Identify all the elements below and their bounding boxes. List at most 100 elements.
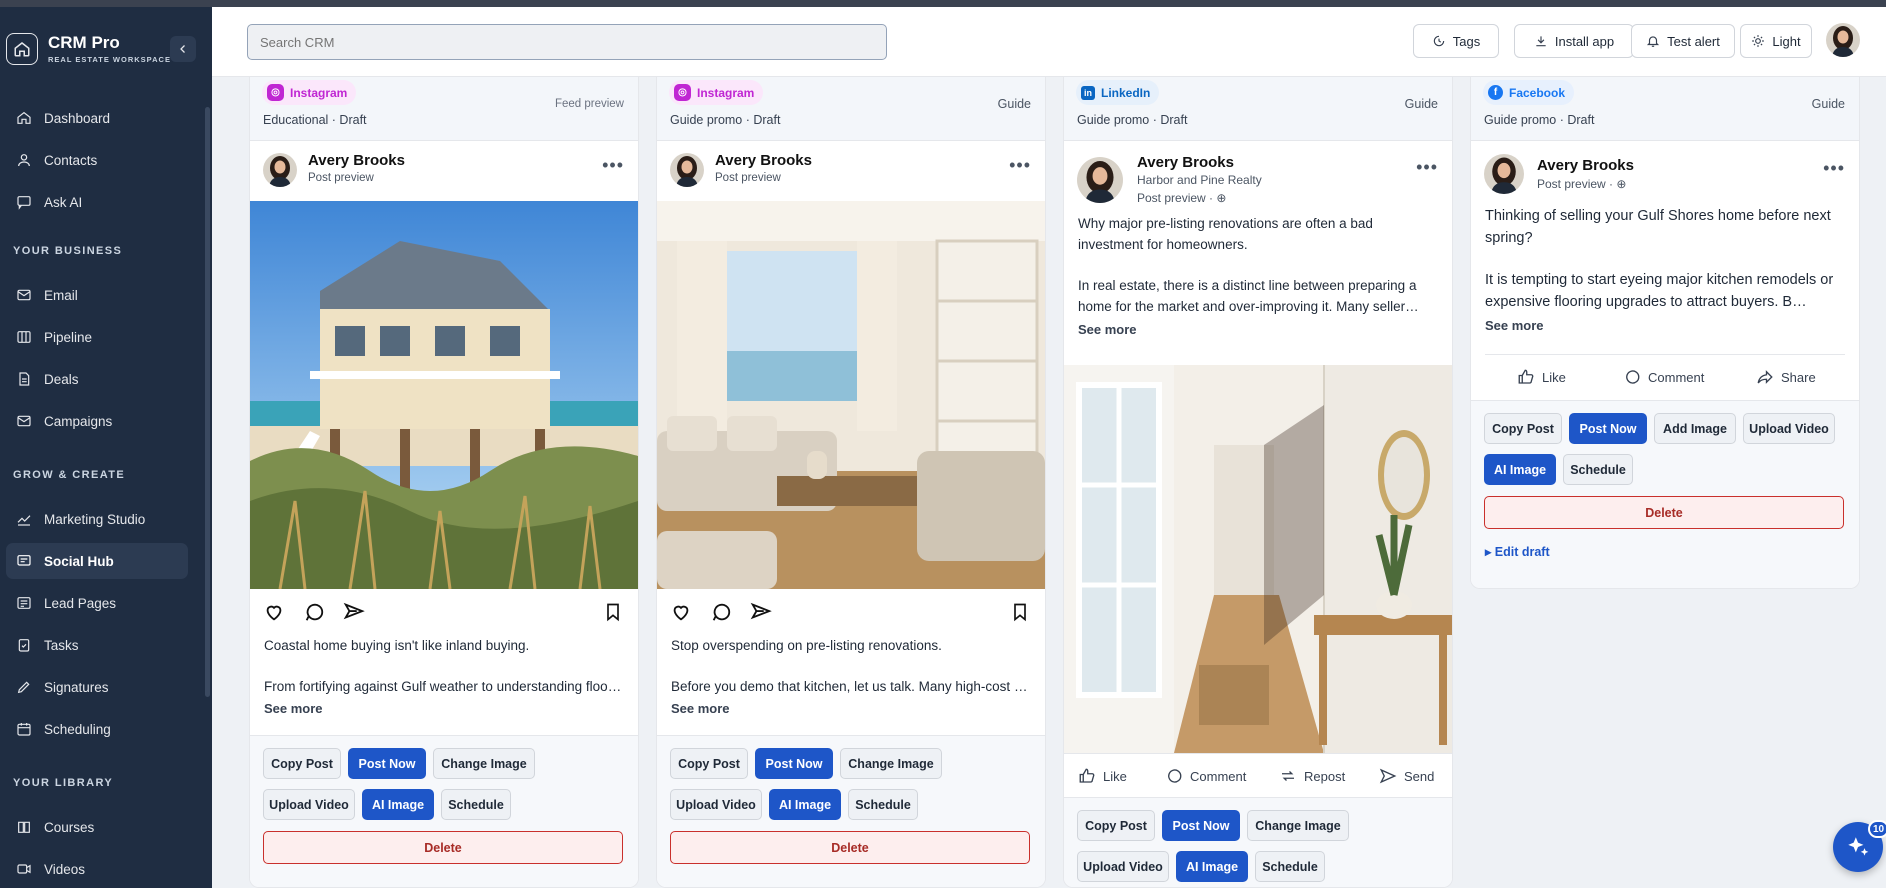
post-now-button[interactable]: Post Now bbox=[1162, 810, 1240, 841]
upload-video-button[interactable]: Upload Video bbox=[1077, 851, 1169, 882]
bookmark-icon[interactable] bbox=[1010, 601, 1030, 623]
sidebar-item-marketing-studio[interactable]: Marketing Studio bbox=[6, 501, 188, 537]
comment-icon[interactable] bbox=[303, 601, 325, 623]
sidebar-item-pipeline[interactable]: Pipeline bbox=[6, 319, 188, 355]
author-name: Avery Brooks bbox=[1137, 154, 1234, 171]
author-avatar bbox=[670, 153, 704, 187]
schedule-button[interactable]: Schedule bbox=[1255, 851, 1325, 882]
copy-post-button[interactable]: Copy Post bbox=[1077, 810, 1155, 841]
post-image-living-room bbox=[657, 201, 1045, 589]
like-button[interactable]: Like bbox=[1517, 368, 1566, 386]
body-paragraph-1: Thinking of selling your Gulf Shores hom… bbox=[1485, 208, 1831, 246]
repost-button[interactable]: Repost bbox=[1279, 767, 1345, 785]
sidebar-item-videos[interactable]: Videos bbox=[6, 851, 188, 887]
see-more-link[interactable]: See more bbox=[264, 698, 624, 719]
brand[interactable]: CRM Pro REAL ESTATE WORKSPACE bbox=[6, 33, 171, 65]
theme-toggle-button[interactable]: Light bbox=[1740, 24, 1812, 58]
post-image-hallway bbox=[1064, 365, 1452, 753]
see-more-link[interactable]: See more bbox=[671, 698, 1031, 719]
ai-image-button[interactable]: AI Image bbox=[1484, 454, 1556, 485]
comment-button[interactable]: Comment bbox=[1623, 368, 1704, 386]
card-header: ◎ Instagram Guide promo · Draft Guide bbox=[657, 77, 1045, 141]
upload-video-button[interactable]: Upload Video bbox=[670, 789, 762, 820]
test-alert-button[interactable]: Test alert bbox=[1631, 24, 1735, 58]
see-more-link[interactable]: See more bbox=[1078, 319, 1438, 340]
brand-name: CRM Pro bbox=[48, 33, 120, 52]
delete-button[interactable]: Delete bbox=[670, 831, 1030, 864]
delete-button[interactable]: Delete bbox=[1484, 496, 1844, 529]
copy-post-button[interactable]: Copy Post bbox=[263, 748, 341, 779]
sidebar-item-tasks[interactable]: Tasks bbox=[6, 627, 188, 663]
tags-button[interactable]: Tags bbox=[1413, 24, 1499, 58]
schedule-button[interactable]: Schedule bbox=[848, 789, 918, 820]
post-author-row: Avery Brooks Post preview ••• bbox=[657, 141, 1045, 201]
app-root: CRM Pro REAL ESTATE WORKSPACE Dashboard … bbox=[0, 0, 1886, 888]
ai-image-button[interactable]: AI Image bbox=[362, 789, 434, 820]
nav-heading-library: YOUR LIBRARY bbox=[13, 777, 114, 789]
sidebar-item-campaigns[interactable]: Campaigns bbox=[6, 403, 188, 439]
change-image-button[interactable]: Change Image bbox=[1247, 810, 1349, 841]
ai-image-button[interactable]: AI Image bbox=[769, 789, 841, 820]
card-meta: Guide promo · Draft bbox=[1077, 113, 1188, 127]
install-app-button[interactable]: Install app bbox=[1514, 24, 1634, 58]
post-now-button[interactable]: Post Now bbox=[348, 748, 426, 779]
post-subtitle: Post preview · ⊕ bbox=[1537, 177, 1627, 191]
change-image-button[interactable]: Change Image bbox=[840, 748, 942, 779]
heart-icon[interactable] bbox=[670, 601, 692, 623]
more-options-icon[interactable]: ••• bbox=[1009, 155, 1031, 176]
more-options-icon[interactable]: ••• bbox=[1823, 158, 1845, 179]
more-options-icon[interactable]: ••• bbox=[1416, 157, 1438, 178]
send-icon[interactable] bbox=[750, 601, 772, 623]
sidebar-item-deals[interactable]: Deals bbox=[6, 361, 188, 397]
add-image-button[interactable]: Add Image bbox=[1654, 413, 1736, 444]
send-icon[interactable] bbox=[343, 601, 365, 623]
schedule-button[interactable]: Schedule bbox=[1563, 454, 1633, 485]
send-button[interactable]: Send bbox=[1379, 767, 1434, 785]
see-more-link[interactable]: See more bbox=[1485, 315, 1845, 337]
comment-icon[interactable] bbox=[710, 601, 732, 623]
card-meta: Guide promo · Draft bbox=[1484, 113, 1595, 127]
nav-heading-grow: GROW & CREATE bbox=[13, 469, 126, 481]
social-hub-main: ◎ Instagram Educational · Draft Feed pre… bbox=[212, 77, 1886, 888]
collapse-sidebar-button[interactable] bbox=[170, 36, 196, 62]
upload-video-button[interactable]: Upload Video bbox=[1743, 413, 1835, 444]
post-now-button[interactable]: Post Now bbox=[755, 748, 833, 779]
post-author-row: Avery Brooks Post preview · ⊕ ••• bbox=[1471, 141, 1859, 205]
sidebar-item-email[interactable]: Email bbox=[6, 277, 188, 313]
copy-post-button[interactable]: Copy Post bbox=[1484, 413, 1562, 444]
like-button[interactable]: Like bbox=[1078, 767, 1127, 785]
more-options-icon[interactable]: ••• bbox=[602, 155, 624, 176]
schedule-button[interactable]: Schedule bbox=[441, 789, 511, 820]
bookmark-icon[interactable] bbox=[603, 601, 623, 623]
sidebar-item-contacts[interactable]: Contacts bbox=[6, 142, 188, 178]
sidebar-item-signatures[interactable]: Signatures bbox=[6, 669, 188, 705]
post-image-beach-house bbox=[250, 201, 638, 589]
sidebar-item-lead-pages[interactable]: Lead Pages bbox=[6, 585, 188, 621]
sidebar-scrollbar[interactable] bbox=[205, 107, 210, 697]
repost-icon bbox=[1282, 771, 1294, 781]
card-tag: Guide bbox=[997, 97, 1031, 111]
share-button[interactable]: Share bbox=[1756, 368, 1816, 386]
sidebar-item-scheduling[interactable]: Scheduling bbox=[6, 711, 188, 747]
search-input[interactable] bbox=[247, 24, 887, 60]
sidebar-item-dashboard[interactable]: Dashboard bbox=[6, 100, 188, 136]
edit-draft-toggle[interactable]: ▸ Edit draft bbox=[1485, 544, 1550, 559]
copy-post-button[interactable]: Copy Post bbox=[670, 748, 748, 779]
heart-icon[interactable] bbox=[263, 601, 285, 623]
ai-image-button[interactable]: AI Image bbox=[1176, 851, 1248, 882]
card-meta: Guide promo · Draft bbox=[670, 113, 781, 127]
message-icon bbox=[17, 555, 31, 566]
author-avatar bbox=[1077, 157, 1123, 203]
post-now-button[interactable]: Post Now bbox=[1569, 413, 1647, 444]
user-avatar[interactable] bbox=[1826, 23, 1860, 57]
body-paragraph-2: It is tempting to start eyeing major kit… bbox=[1485, 272, 1834, 310]
sidebar-item-ask-ai[interactable]: Ask AI bbox=[6, 184, 188, 220]
delete-button[interactable]: Delete bbox=[263, 831, 623, 864]
columns-icon bbox=[17, 331, 31, 343]
change-image-button[interactable]: Change Image bbox=[433, 748, 535, 779]
upload-video-button[interactable]: Upload Video bbox=[263, 789, 355, 820]
sidebar-item-courses[interactable]: Courses bbox=[6, 809, 188, 845]
sidebar-item-social-hub[interactable]: Social Hub bbox=[6, 543, 188, 579]
globe-icon: ⊕ bbox=[1216, 191, 1227, 205]
comment-button[interactable]: Comment bbox=[1165, 767, 1246, 785]
